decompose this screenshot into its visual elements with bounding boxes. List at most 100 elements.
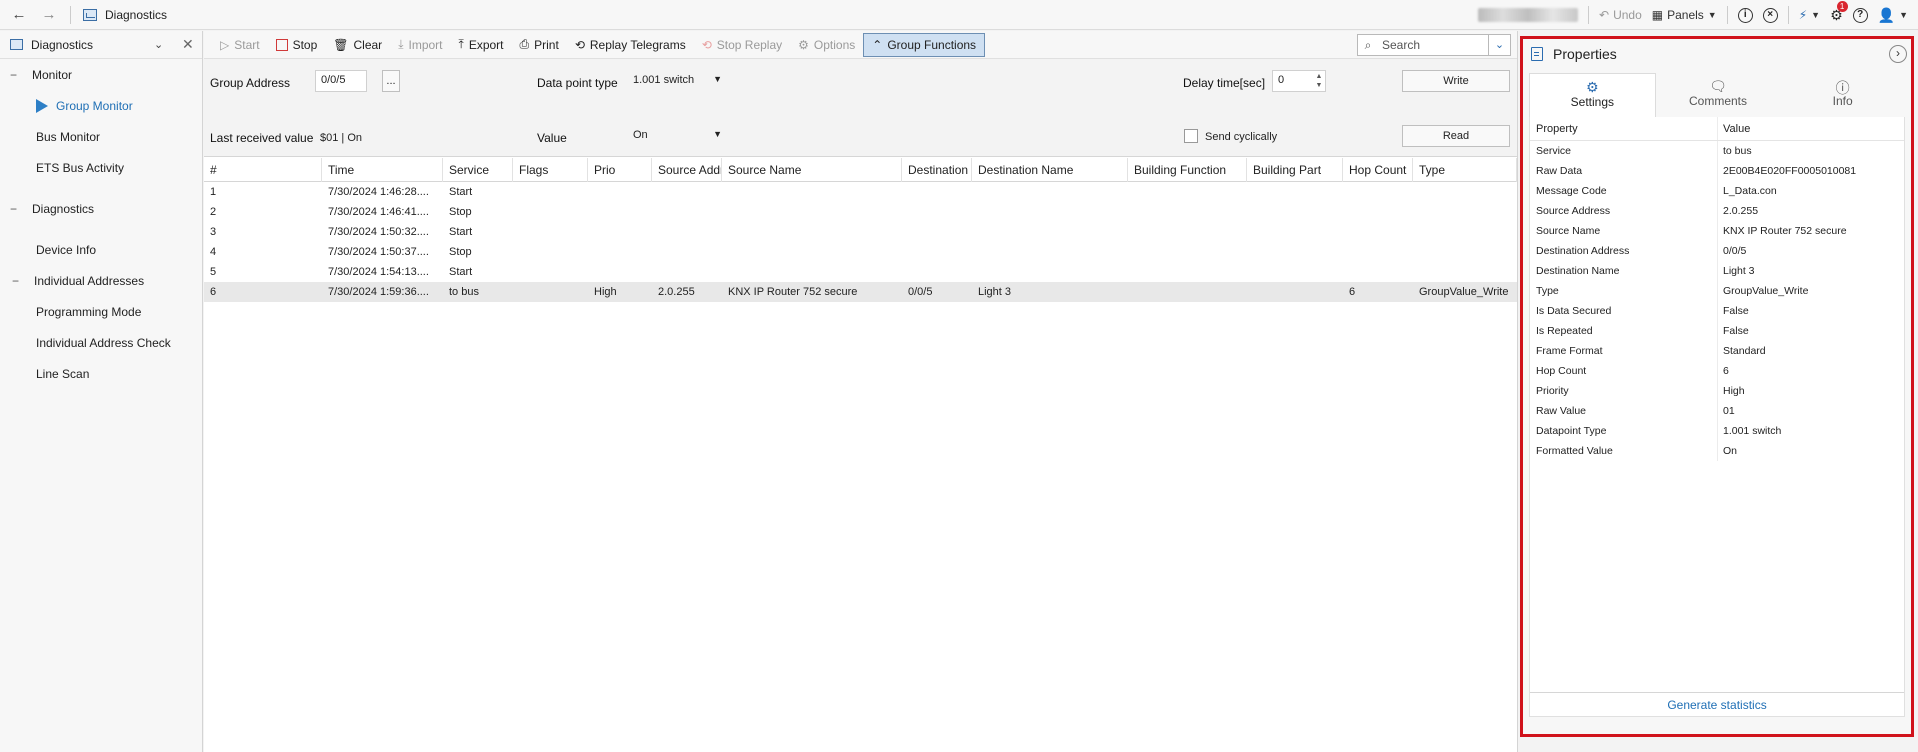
close-icon[interactable]: ✕: [182, 36, 194, 53]
sidebar-item-device-info[interactable]: Device Info: [0, 234, 202, 265]
column-header[interactable]: Type: [1413, 158, 1517, 182]
property-row[interactable]: Is Data Secured False: [1530, 301, 1904, 321]
send-cyclically-checkbox[interactable]: [1184, 129, 1198, 143]
property-row[interactable]: Source Address 2.0.255: [1530, 201, 1904, 221]
table-cell: [588, 262, 652, 282]
property-row[interactable]: Type GroupValue_Write: [1530, 281, 1904, 301]
table-cell: [1343, 262, 1413, 282]
property-value: False: [1723, 305, 1749, 317]
clear-button[interactable]: 🗑 Clear: [325, 33, 390, 57]
collapse-icon[interactable]: −: [12, 274, 24, 288]
print-label: Print: [534, 37, 559, 52]
printer-icon: ⎙: [519, 37, 530, 51]
property-row[interactable]: Destination Address 0/0/5: [1530, 241, 1904, 261]
stop-replay-button[interactable]: ⟲ Stop Replay: [694, 33, 790, 57]
write-button[interactable]: Write: [1402, 70, 1510, 92]
property-row[interactable]: Priority High: [1530, 381, 1904, 401]
sidebar-item-ets-bus-activity[interactable]: ETS Bus Activity: [0, 152, 202, 183]
tab-info[interactable]: ⓘ Info: [1780, 73, 1905, 117]
property-row[interactable]: Message Code L_Data.con: [1530, 181, 1904, 201]
generate-statistics-link[interactable]: Generate statistics: [1530, 692, 1904, 716]
property-row[interactable]: Raw Data 2E00B4E020FF0005010081: [1530, 161, 1904, 181]
undo-button[interactable]: ↶ Undo: [1599, 8, 1642, 22]
user-button[interactable]: 👤 ▼: [1878, 7, 1908, 24]
value-select[interactable]: On ▼: [628, 125, 728, 147]
search-box[interactable]: ⌕ Search ⌄: [1357, 34, 1511, 56]
section-label: Monitor: [32, 67, 73, 82]
column-header[interactable]: Service: [443, 158, 513, 182]
sidebar-item-line-scan[interactable]: Line Scan: [0, 358, 202, 389]
table-row[interactable]: 5 7/30/2024 1:54:13.... Start: [204, 262, 1517, 282]
property-row[interactable]: Service to bus: [1530, 141, 1904, 161]
property-row[interactable]: Hop Count 6: [1530, 361, 1904, 381]
table-row[interactable]: 6 7/30/2024 1:59:36.... to bus High 2.0.255 K…: [204, 282, 1517, 302]
help-icon[interactable]: ?: [1852, 7, 1868, 23]
column-header[interactable]: Destination Name: [972, 158, 1128, 182]
column-header[interactable]: Source Name: [722, 158, 902, 182]
property-row[interactable]: Formatted Value On: [1530, 441, 1904, 461]
table-cell: KNX IP Router 752 secure: [728, 286, 858, 298]
property-row[interactable]: Is Repeated False: [1530, 321, 1904, 341]
stop-button[interactable]: Stop: [268, 33, 326, 57]
table-row[interactable]: 4 7/30/2024 1:50:37.... Stop: [204, 242, 1517, 262]
property-value: to bus: [1723, 145, 1752, 157]
column-header[interactable]: Flags: [513, 158, 588, 182]
close-circle-icon[interactable]: ×: [1762, 7, 1778, 23]
column-header[interactable]: Hop Count: [1343, 158, 1413, 182]
datapoint-type-select[interactable]: 1.001 switch ▼: [628, 70, 728, 92]
table-row[interactable]: 1 7/30/2024 1:46:28.... Start: [204, 182, 1517, 202]
sidebar-section-monitor[interactable]: − Monitor: [0, 59, 202, 90]
table-cell: [1247, 182, 1343, 202]
export-button[interactable]: ⤒ Export: [451, 33, 512, 57]
sidebar-item-bus-monitor[interactable]: Bus Monitor: [0, 121, 202, 152]
search-options-dropdown[interactable]: ⌄: [1488, 35, 1510, 55]
panels-button[interactable]: ▦ Panels ▼: [1652, 8, 1717, 22]
column-header[interactable]: Building Part: [1247, 158, 1343, 182]
replay-telegrams-button[interactable]: ⟲ Replay Telegrams: [567, 33, 694, 57]
group-functions-toggle[interactable]: ⌃ Group Functions: [863, 32, 986, 57]
read-button[interactable]: Read: [1402, 125, 1510, 147]
group-address-input[interactable]: 0/0/5: [315, 70, 367, 92]
property-row[interactable]: Datapoint Type 1.001 switch: [1530, 421, 1904, 441]
sidebar-item-programming-mode[interactable]: Programming Mode: [0, 296, 202, 327]
settings-button[interactable]: ⚙ 1: [1830, 0, 1848, 24]
print-button[interactable]: ⎙ Print: [512, 33, 567, 57]
table-row[interactable]: 3 7/30/2024 1:50:32.... Start: [204, 222, 1517, 242]
column-header[interactable]: Destination: [902, 158, 972, 182]
column-header[interactable]: Prio: [588, 158, 652, 182]
tab-settings[interactable]: ⚙ Settings: [1529, 73, 1656, 117]
diagnostics-icon: [83, 8, 97, 21]
sidebar-item-label: Line Scan: [36, 366, 90, 381]
column-header[interactable]: Source Address: [652, 158, 722, 182]
property-value: High: [1723, 385, 1745, 397]
table-row[interactable]: 2 7/30/2024 1:46:41.... Stop: [204, 202, 1517, 222]
search-input[interactable]: Search: [1378, 38, 1488, 52]
forward-arrow-icon[interactable]: →: [38, 6, 60, 23]
column-header[interactable]: Building Function: [1128, 158, 1247, 182]
property-row[interactable]: Destination Name Light 3: [1530, 261, 1904, 281]
sidebar-section-diagnostics[interactable]: − Diagnostics: [0, 193, 202, 224]
property-row[interactable]: Frame Format Standard: [1530, 341, 1904, 361]
toolbar: ▷ Start Stop 🗑 Clear ⤓ Import ⤒ Export ⎙ Prin…: [204, 31, 1517, 59]
connection-button[interactable]: ⚡ ▼: [1799, 8, 1820, 22]
column-header[interactable]: #: [204, 158, 322, 182]
collapse-icon[interactable]: −: [10, 68, 22, 82]
chevron-down-icon[interactable]: ⌄: [154, 38, 168, 51]
browse-group-address-button[interactable]: ...: [382, 70, 400, 92]
sidebar-item-individual-address-check[interactable]: Individual Address Check: [0, 327, 202, 358]
property-row[interactable]: Raw Value 01: [1530, 401, 1904, 421]
collapse-icon[interactable]: −: [10, 202, 22, 216]
back-arrow-icon[interactable]: ←: [8, 6, 30, 23]
import-button[interactable]: ⤓ Import: [390, 33, 450, 57]
tab-comments[interactable]: 🗨 Comments: [1656, 73, 1781, 117]
chevron-right-icon[interactable]: ›: [1889, 45, 1907, 63]
sidebar-item-individual-addresses[interactable]: − Individual Addresses: [0, 265, 202, 296]
notification-badge: 1: [1836, 0, 1848, 12]
column-header[interactable]: Time: [322, 158, 443, 182]
info-icon[interactable]: i: [1737, 7, 1753, 23]
sidebar-item-group-monitor[interactable]: Group Monitor: [0, 90, 202, 121]
start-button[interactable]: ▷ Start: [212, 33, 268, 57]
spinner-arrows-icon[interactable]: ▲ ▼: [1313, 72, 1325, 90]
options-button[interactable]: ⚙ Options: [790, 33, 863, 57]
property-row[interactable]: Source Name KNX IP Router 752 secure: [1530, 221, 1904, 241]
